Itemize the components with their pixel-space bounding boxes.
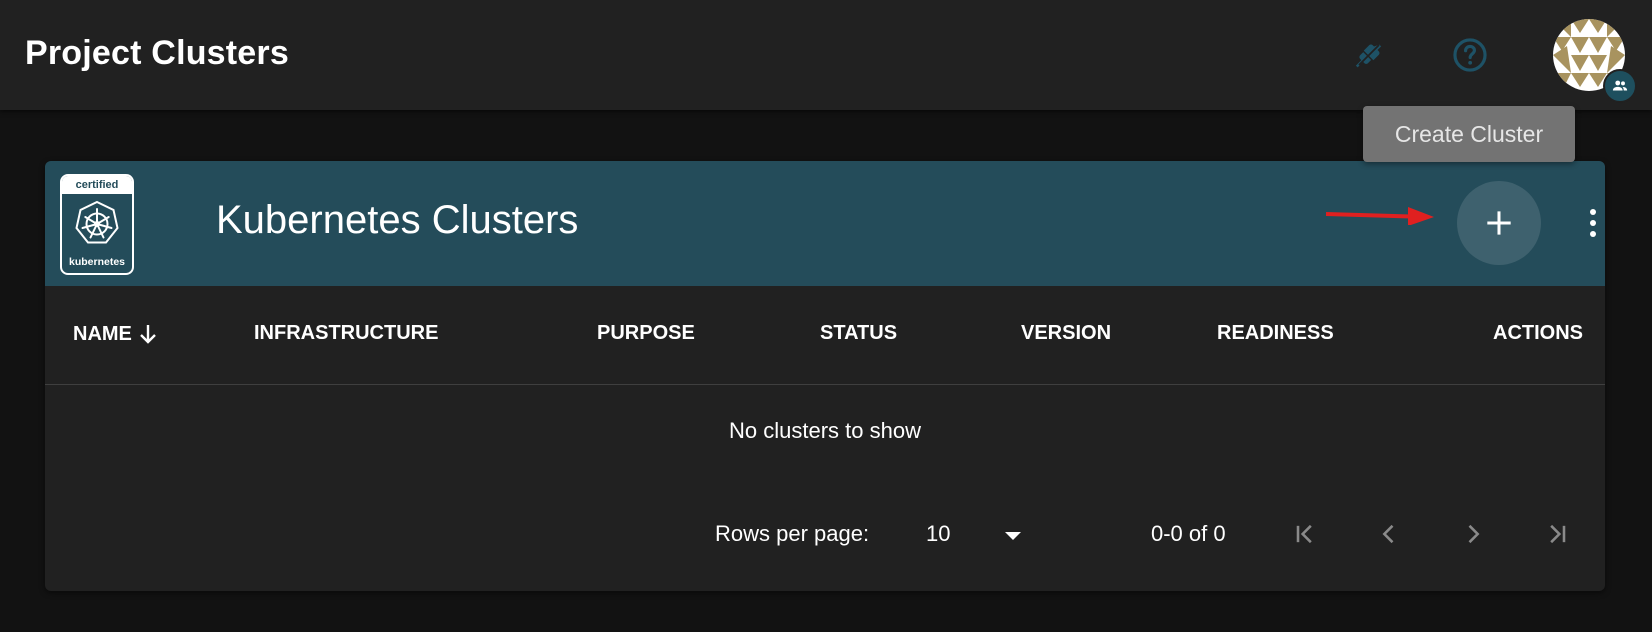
more-options-button[interactable] <box>1573 199 1605 247</box>
account-group-icon <box>1612 80 1628 91</box>
chevron-right-icon <box>1468 524 1480 544</box>
arrow-down-icon <box>140 325 156 344</box>
rows-per-page-select[interactable]: 10 <box>926 521 950 547</box>
add-cluster-button[interactable] <box>1457 181 1541 265</box>
app-bar: Project Clusters <box>0 0 1652 110</box>
column-header-purpose[interactable]: PURPOSE <box>597 322 695 345</box>
column-header-infrastructure[interactable]: INFRASTRUCTURE <box>254 322 438 345</box>
kubernetes-helm-wheel-icon <box>75 200 119 244</box>
caret-down-icon[interactable] <box>1001 526 1025 546</box>
chevron-left-icon <box>1382 524 1394 544</box>
rows-per-page-label: Rows per page: <box>715 521 870 546</box>
table-header-divider <box>45 384 1605 385</box>
plug-disconnected-button[interactable] <box>1345 31 1393 79</box>
page-title: Project Clusters <box>25 34 289 72</box>
first-page-button[interactable] <box>1285 514 1325 554</box>
column-header-name[interactable]: NAME <box>73 322 160 346</box>
plus-icon <box>1487 211 1511 235</box>
column-header-label: NAME <box>73 322 132 345</box>
page-first-icon <box>1296 524 1312 544</box>
dots-vertical-icon <box>1590 209 1596 237</box>
create-cluster-tooltip: Create Cluster <box>1363 106 1575 162</box>
next-page-button[interactable] <box>1453 514 1493 554</box>
plug-disconnected-icon <box>1355 44 1382 68</box>
logo-bottom-text: kubernetes <box>68 256 126 268</box>
annotation-arrow <box>1326 207 1434 225</box>
account-group-badge <box>1603 69 1637 103</box>
user-avatar[interactable] <box>1553 19 1637 103</box>
last-page-button[interactable] <box>1537 514 1577 554</box>
card-title: Kubernetes Clusters <box>216 198 579 242</box>
help-circle-icon <box>1453 38 1487 72</box>
column-header-status[interactable]: STATUS <box>820 322 897 345</box>
column-header-actions: ACTIONS <box>1493 322 1583 344</box>
kubernetes-certified-logo: certified kubernetes <box>60 174 134 275</box>
pagination-range: 0-0 of 0 <box>1151 521 1226 546</box>
previous-page-button[interactable] <box>1369 514 1409 554</box>
logo-top-text: certified <box>62 176 132 194</box>
column-header-version[interactable]: VERSION <box>1021 322 1111 345</box>
page-last-icon <box>1550 524 1566 544</box>
empty-table-message: No clusters to show <box>729 418 921 443</box>
column-header-readiness[interactable]: READINESS <box>1217 322 1334 345</box>
help-button[interactable] <box>1446 31 1494 79</box>
